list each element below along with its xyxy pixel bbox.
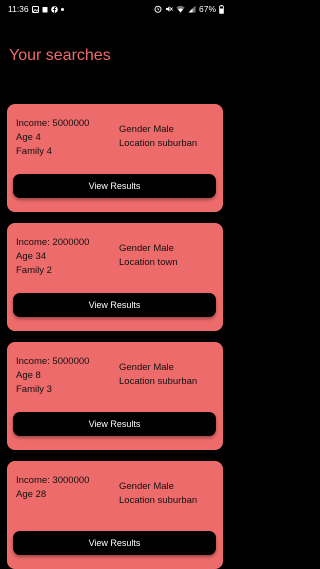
- family-text: Family 3: [16, 384, 52, 395]
- mute-icon: [165, 5, 173, 13]
- search-card-details: Income: 5000000 Age 8 Family 3: [16, 357, 89, 399]
- signal-icon: [188, 5, 196, 13]
- location-text: Location suburban: [119, 495, 198, 506]
- gender-text: Gender Male: [119, 481, 174, 492]
- clipboard-notification-icon: [42, 6, 48, 13]
- age-text: Age 28: [16, 489, 47, 500]
- view-results-button[interactable]: View Results: [13, 174, 216, 198]
- gender-text: Gender Male: [119, 362, 174, 373]
- family-text: Family 2: [16, 265, 52, 276]
- search-card-filters: Gender Male Location town: [119, 244, 178, 272]
- battery-icon: [219, 4, 224, 14]
- income-text: Income: 5000000: [16, 356, 90, 367]
- alarm-icon: [154, 5, 162, 13]
- image-notification-icon: [31, 5, 39, 13]
- status-bar-right: 67%: [154, 4, 224, 14]
- age-text: Age 34: [16, 251, 47, 262]
- facebook-notification-icon: [50, 5, 58, 13]
- battery-percent: 67%: [198, 4, 216, 14]
- search-card-filters: Gender Male Location suburban: [119, 363, 197, 391]
- search-card-details: Income: 2000000 Age 34 Family 2: [16, 238, 89, 280]
- income-text: Income: 5000000: [16, 118, 90, 129]
- search-card-filters: Gender Male Location suburban: [119, 482, 197, 510]
- location-text: Location suburban: [119, 138, 198, 149]
- search-card: Income: 5000000 Age 8 Family 3 Gender Ma…: [7, 342, 223, 450]
- age-text: Age 8: [16, 370, 41, 381]
- family-text: Family 4: [16, 146, 52, 157]
- view-results-button[interactable]: View Results: [13, 293, 216, 317]
- search-card-details: Income: 5000000 Age 4 Family 4: [16, 119, 89, 161]
- status-bar-left: 11:36: [8, 4, 64, 14]
- location-text: Location town: [119, 257, 178, 268]
- more-notifications-dot: [60, 7, 64, 11]
- view-results-button[interactable]: View Results: [13, 412, 216, 436]
- search-card: Income: 3000000 Age 28 Gender Male Locat…: [7, 461, 223, 569]
- gender-text: Gender Male: [119, 124, 174, 135]
- income-text: Income: 2000000: [16, 237, 90, 248]
- status-bar: 11:36 67%: [0, 0, 230, 18]
- page-title: Your searches: [9, 47, 111, 64]
- location-text: Location suburban: [119, 376, 198, 387]
- age-text: Age 4: [16, 132, 41, 143]
- status-time: 11:36: [8, 4, 29, 14]
- search-card: Income: 5000000 Age 4 Family 4 Gender Ma…: [7, 104, 223, 212]
- view-results-button[interactable]: View Results: [13, 531, 216, 555]
- gender-text: Gender Male: [119, 243, 174, 254]
- search-card-filters: Gender Male Location suburban: [119, 125, 197, 153]
- income-text: Income: 3000000: [16, 475, 90, 486]
- family-text: [16, 504, 89, 518]
- wifi-icon: [176, 5, 185, 13]
- search-card: Income: 2000000 Age 34 Family 2 Gender M…: [7, 223, 223, 331]
